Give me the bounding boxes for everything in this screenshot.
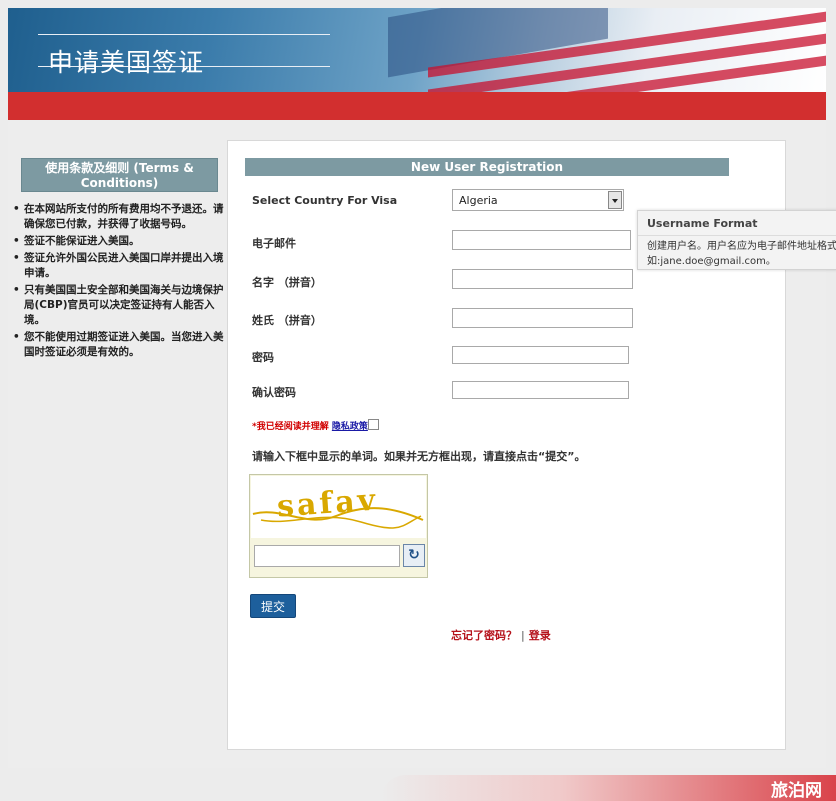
privacy-policy-link[interactable]: 隐私政策 <box>332 422 368 432</box>
agree-checkbox[interactable] <box>368 419 379 430</box>
title-rule-top <box>38 34 330 35</box>
footer-decoration <box>380 775 836 801</box>
email-field[interactable] <box>452 230 631 250</box>
surname-field[interactable] <box>452 308 633 328</box>
refresh-icon[interactable]: ↻ <box>403 544 425 567</box>
watermark: 旅泊网 <box>771 781 822 801</box>
tooltip-text: 创建用户名。用户名应为电子邮件地址格式 如:jane.doe@gmail.com… <box>647 239 836 269</box>
country-label: Select Country For Visa <box>252 194 398 207</box>
terms-item: 您不能使用过期签证进入美国。当您进入美国时签证必须是有效的。 <box>13 330 226 360</box>
tooltip-line: 创建用户名。用户名应为电子邮件地址格式 <box>647 241 836 252</box>
terms-item: 签证不能保证进入美国。 <box>13 234 226 249</box>
country-select-value: Algeria <box>459 194 498 207</box>
terms-item: 在本网站所支付的所有费用均不予退还。请确保您已付款，并获得了收据号码。 <box>13 202 226 232</box>
terms-heading: 使用条款及细则 (Terms & Conditions) <box>21 158 218 192</box>
tooltip-title: Username Format <box>647 217 758 230</box>
agree-text: *我已经阅读并理解 <box>252 422 329 432</box>
forgot-password-link[interactable]: 忘记了密码？ <box>451 629 517 642</box>
header-red-bar <box>8 92 826 120</box>
registration-heading: New User Registration <box>245 158 729 176</box>
link-separator: | <box>521 629 525 642</box>
tooltip-line: 如:jane.doe@gmail.com。 <box>647 256 776 267</box>
confirm-password-field[interactable] <box>452 381 629 399</box>
email-label: 电子邮件 <box>252 237 296 250</box>
page-title: 申请美国签证 <box>48 48 205 77</box>
tooltip-divider <box>638 235 836 236</box>
account-links: 忘记了密码？ | 登录 <box>451 627 551 643</box>
given-name-label: 名字 （拼音） <box>252 276 322 289</box>
surname-label: 姓氏 （拼音） <box>252 314 322 327</box>
username-format-tooltip: Username Format 创建用户名。用户名应为电子邮件地址格式 如:ja… <box>637 210 836 270</box>
terms-list: 在本网站所支付的所有费用均不予退还。请确保您已付款，并获得了收据号码。 签证不能… <box>10 202 226 362</box>
password-label: 密码 <box>252 351 274 364</box>
captcha-instruction: 请输入下框中显示的单词。如果并无方框出现，请直接点击“提交”。 <box>252 450 586 463</box>
country-select[interactable]: Algeria <box>452 189 624 211</box>
captcha-word: safav <box>275 482 380 525</box>
confirm-password-label: 确认密码 <box>252 386 296 399</box>
given-name-field[interactable] <box>452 269 633 289</box>
captcha-image: safav <box>251 476 426 538</box>
terms-item: 只有美国国土安全部和美国海关与边境保护局(CBP)官员可以决定签证持有人能否入境… <box>13 283 226 328</box>
captcha-input[interactable] <box>254 545 400 567</box>
password-field[interactable] <box>452 346 629 364</box>
header-banner: 申请美国签证 <box>8 8 826 92</box>
login-link[interactable]: 登录 <box>529 629 551 642</box>
terms-item: 签证允许外国公民进入美国口岸并提出入境申请。 <box>13 251 226 281</box>
agree-statement: *我已经阅读并理解 隐私政策 <box>252 419 368 432</box>
chevron-down-icon[interactable] <box>608 191 622 209</box>
submit-button[interactable]: 提交 <box>250 594 296 618</box>
